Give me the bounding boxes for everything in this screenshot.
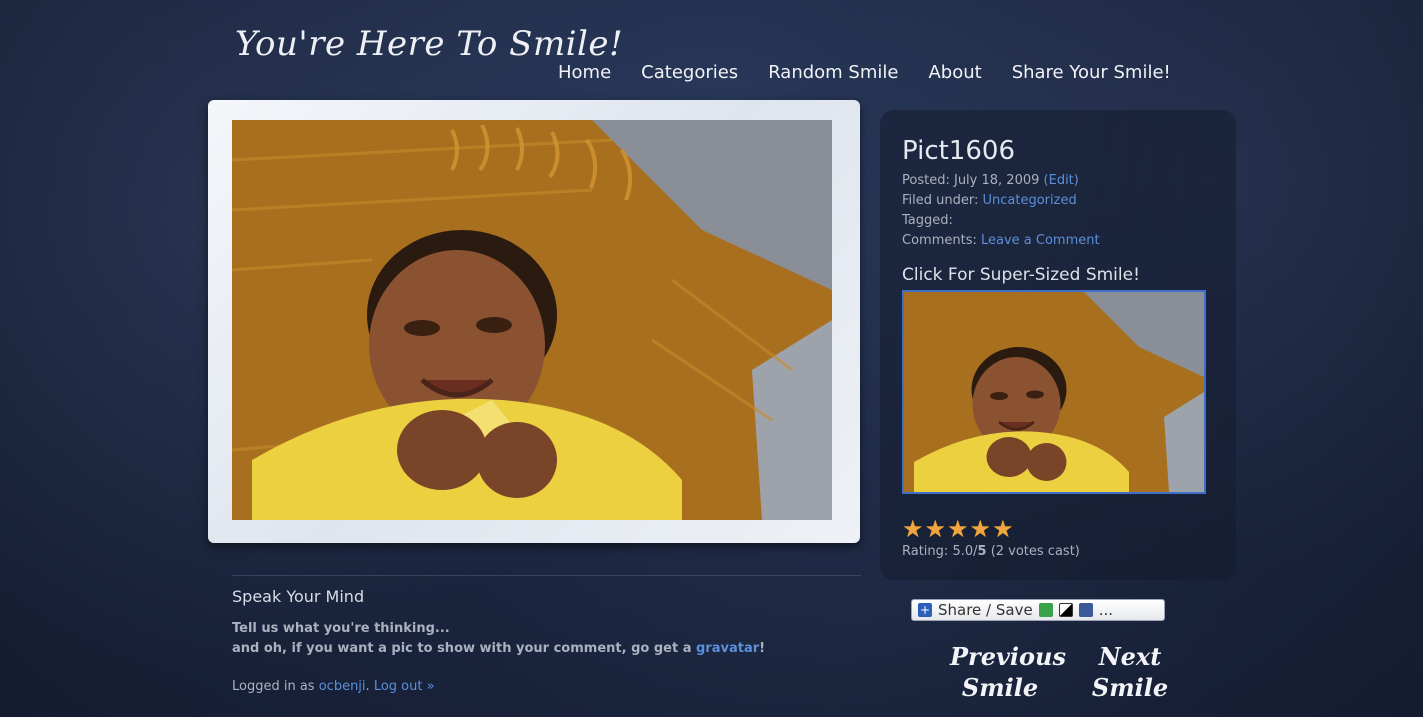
logged-in-status: Logged in as ocbenji. Log out » [232, 679, 435, 694]
star-icon-5[interactable]: ★ [992, 517, 1014, 541]
next-label: Next [1098, 642, 1162, 671]
star-icon-3[interactable]: ★ [947, 517, 969, 541]
nav-share-your-smile[interactable]: Share Your Smile! [1012, 62, 1171, 83]
rating-value: 5.0/ [952, 544, 978, 559]
comments-line2-text: and oh, if you want a pic to show with y… [232, 641, 692, 656]
username-link[interactable]: ocbenji [319, 679, 366, 694]
nav-home[interactable]: Home [558, 62, 611, 83]
rating-votes: (2 votes cast) [990, 544, 1080, 559]
comments-line2: and oh, if you want a pic to show with y… [232, 639, 765, 659]
star-icon-2[interactable]: ★ [925, 517, 947, 541]
post-meta-filed: Filed under: Uncategorized [902, 193, 1077, 208]
comments-divider [232, 575, 861, 576]
share-more: ... [1098, 601, 1114, 619]
logged-prefix: Logged in as [232, 679, 315, 694]
nav-about[interactable]: About [928, 62, 981, 83]
rating-stars: ★ ★ ★ ★ ★ [902, 517, 1014, 541]
facebook-icon [1078, 603, 1093, 617]
super-sized-label: Click For Super-Sized Smile! [902, 265, 1140, 285]
comments-line2-suffix: ! [759, 641, 766, 656]
main-photo[interactable] [232, 120, 832, 520]
category-link[interactable]: Uncategorized [983, 193, 1077, 208]
next-smile-label: Smile [1091, 673, 1169, 702]
previous-label: Previous [950, 642, 1066, 671]
filed-label: Filed under: [902, 193, 979, 208]
comments-intro: Tell us what you're thinking... and oh, … [232, 619, 765, 659]
post-meta-comments: Comments: Leave a Comment [902, 233, 1100, 248]
comments-line1: Tell us what you're thinking... [232, 621, 450, 636]
post-meta-posted: Posted: July 18, 2009 (Edit) [902, 173, 1079, 188]
share-label: Share / Save [938, 601, 1033, 619]
rating-label: Rating: [902, 544, 949, 559]
baby-photo-illustration [232, 120, 832, 520]
share-plus-icon: + [918, 603, 932, 617]
posted-date: July 18, 2009 [953, 173, 1040, 188]
tagged-label: Tagged: [902, 213, 953, 228]
main-nav: Home Categories Random Smile About Share… [558, 62, 1171, 83]
comments-label: Comments: [902, 233, 977, 248]
posted-label: Posted: [902, 173, 950, 188]
star-icon-1[interactable]: ★ [902, 517, 924, 541]
next-smile-link[interactable]: Next Smile [1085, 641, 1175, 703]
gravatar-link[interactable]: gravatar [696, 641, 759, 656]
comments-title: Speak Your Mind [232, 587, 365, 606]
nav-random-smile[interactable]: Random Smile [768, 62, 898, 83]
share-save-button[interactable]: + Share / Save ... [911, 599, 1165, 621]
rating-text: Rating: 5.0/5 (2 votes cast) [902, 544, 1080, 559]
share-refresh-icon [1038, 603, 1053, 617]
post-meta-tagged: Tagged: [902, 213, 953, 228]
post-title: Pict1606 [902, 136, 1015, 166]
previous-smile-label: Smile [961, 673, 1039, 702]
previous-smile-link[interactable]: Previous Smile [950, 641, 1066, 703]
edit-link[interactable]: (Edit) [1044, 173, 1079, 188]
site-title[interactable]: You're Here To Smile! [235, 24, 623, 64]
logout-link[interactable]: Log out » [374, 679, 435, 694]
star-icon-4[interactable]: ★ [970, 517, 992, 541]
nav-categories[interactable]: Categories [641, 62, 738, 83]
rating-max: 5 [977, 544, 987, 559]
delicious-icon [1058, 603, 1073, 617]
photo-frame [208, 100, 860, 543]
leave-comment-link[interactable]: Leave a Comment [981, 233, 1100, 248]
super-sized-thumbnail[interactable] [902, 290, 1206, 494]
thumbnail-illustration [904, 292, 1204, 492]
